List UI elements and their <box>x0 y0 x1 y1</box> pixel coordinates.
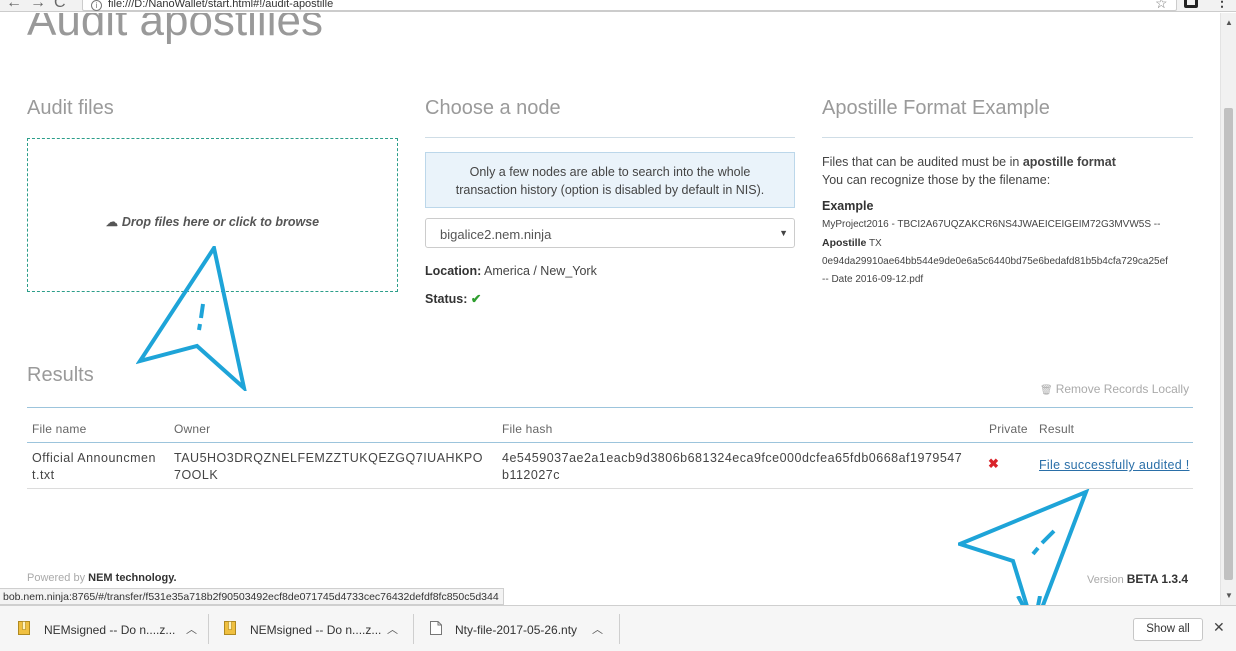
results-heading: Results <box>27 364 94 386</box>
divider <box>425 137 795 138</box>
cloud-upload-icon: ☁ <box>105 215 118 229</box>
downloads-shelf: NEMsigned -- Do n....z... ︿ NEMsigned --… <box>0 605 1236 651</box>
column-header-owner: Owner <box>174 422 211 436</box>
cell-file-name: Official Announcmen t.txt <box>32 451 156 482</box>
download-filename: Nty-file-2017-05-26.nty <box>455 623 578 637</box>
divider <box>619 614 620 644</box>
extension-icon[interactable] <box>1184 0 1198 8</box>
node-info-alert: Only a few nodes are able to search into… <box>425 152 795 208</box>
scroll-up-icon[interactable]: ▲ <box>1225 18 1233 27</box>
divider <box>27 488 1193 489</box>
address-bar[interactable]: i file:///D:/NanoWallet/start.html#!/audi… <box>82 0 1177 11</box>
chevron-up-icon[interactable]: ︿ <box>592 621 603 637</box>
result-link[interactable]: File successfully audited ! <box>1039 458 1190 472</box>
divider <box>27 442 1193 443</box>
remove-records-button[interactable]: 🗑 Remove Records Locally <box>1040 382 1189 396</box>
back-forward-reload-icons[interactable]: ←→C <box>6 0 74 11</box>
node-status: Status: ✔ <box>425 291 481 306</box>
info-icon[interactable]: i <box>91 0 102 11</box>
example-filename-1: MyProject2016 - TBCI2A67UQZAKCR6NS4JWAEI… <box>822 219 1161 230</box>
show-all-button[interactable]: Show all <box>1133 618 1203 641</box>
location-value: America / New_York <box>484 264 597 278</box>
page-content: Audit apostilles Audit files ☁ Drop files… <box>0 13 1220 605</box>
page-scrollbar[interactable]: ▲ ▼ <box>1220 13 1236 605</box>
divider <box>208 614 209 644</box>
address-bar-url: file:///D:/NanoWallet/start.html#!/audit… <box>108 0 334 10</box>
cell-file-hash: 4e5459037ae2a1eacb9d3806b681324eca9fce00… <box>502 451 963 482</box>
version: Version BETA 1.3.4 <box>1087 572 1189 586</box>
column-header-private: Private <box>989 422 1028 436</box>
download-filename: NEMsigned -- Do n....z... <box>250 623 382 637</box>
check-icon: ✔ <box>470 292 482 306</box>
trash-icon: 🗑 <box>1040 385 1053 396</box>
format-line-2: You can recognize those by the filename: <box>822 173 1051 187</box>
powered-by: Powered by NEM technology. <box>27 572 177 584</box>
column-header-file-name: File name <box>32 422 87 436</box>
example-filename-2: Apostille TX <box>822 237 882 249</box>
dropzone-label: ☁ Drop files here or click to browse <box>105 215 320 229</box>
zip-file-icon <box>18 621 30 635</box>
format-line-1: Files that can be audited must be in apo… <box>822 155 1116 169</box>
chevron-down-icon: ▼ <box>779 228 788 238</box>
scroll-down-icon[interactable]: ▼ <box>1225 591 1233 600</box>
divider <box>413 614 414 644</box>
browser-menu-icon[interactable]: ⋮ <box>1215 0 1229 10</box>
example-filename-hash: 0e94da29910ae64bb544e9de0e6a5c6440bd75e6… <box>822 256 1168 267</box>
column-header-file-hash: File hash <box>502 422 553 436</box>
status-url-bubble: bob.nem.ninja:8765/#/transfer/f531e35a71… <box>0 588 504 605</box>
page-title: Audit apostilles <box>27 13 323 45</box>
download-filename: NEMsigned -- Do n....z... <box>44 623 176 637</box>
scrollbar-thumb[interactable] <box>1224 108 1233 580</box>
file-icon <box>430 621 442 635</box>
column-header-result: Result <box>1039 422 1075 436</box>
results-table: File name Owner File hash Private Result… <box>27 407 1193 489</box>
close-icon[interactable]: ✕ <box>1213 619 1225 636</box>
audit-files-heading: Audit files <box>27 97 114 119</box>
format-example-heading: Apostille Format Example <box>822 97 1050 119</box>
node-select[interactable]: bigalice2.nem.ninja ▼ <box>425 218 795 248</box>
zip-file-icon <box>224 621 236 635</box>
example-filename-date: -- Date 2016-09-12.pdf <box>822 274 924 285</box>
browser-toolbar: ←→C i file:///D:/NanoWallet/start.html#!/… <box>0 0 1236 12</box>
x-icon: ✖ <box>988 456 999 471</box>
chevron-up-icon[interactable]: ︿ <box>387 621 398 637</box>
annotation-arrow-icon <box>958 489 1090 605</box>
file-dropzone[interactable]: ☁ Drop files here or click to browse <box>27 138 398 292</box>
example-label: Example <box>822 199 874 213</box>
node-select-value: bigalice2.nem.ninja <box>440 227 552 242</box>
cell-owner: TAU5HO3DRQZNELFEMZZTUKQEZGQ7IUAHKPO 7OOL… <box>174 451 483 482</box>
status-label: Status: <box>425 292 468 306</box>
chevron-up-icon[interactable]: ︿ <box>186 621 197 637</box>
bookmark-star-icon[interactable]: ☆ <box>1155 0 1168 11</box>
node-location: Location: America / New_York <box>425 264 597 278</box>
divider <box>822 137 1193 138</box>
choose-node-heading: Choose a node <box>425 97 561 119</box>
location-label: Location: <box>425 264 482 278</box>
